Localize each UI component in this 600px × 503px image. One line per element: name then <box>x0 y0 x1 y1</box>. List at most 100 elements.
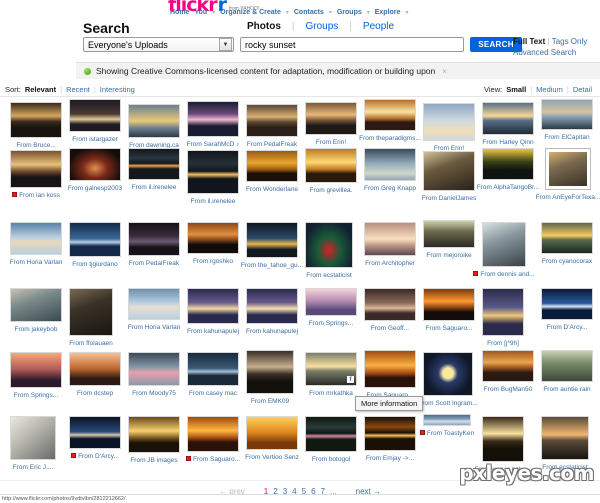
photo-thumbnail[interactable] <box>187 150 239 194</box>
photo-result-item[interactable]: From Scott Ingram... <box>418 352 478 407</box>
full-text-link[interactable]: Full Text <box>513 37 545 46</box>
photo-thumbnail[interactable] <box>128 352 180 386</box>
photo-owner-link[interactable]: From Eric J.... <box>13 464 53 471</box>
photo-owner-link[interactable]: From SarahMcD ♪ <box>187 141 240 148</box>
photo-owner-link[interactable]: From ffolauaen <box>69 340 113 347</box>
photo-thumbnail[interactable] <box>10 222 62 255</box>
photo-owner-link[interactable]: From Horia Varlan <box>10 259 63 266</box>
photo-thumbnail[interactable] <box>187 288 239 324</box>
photo-result-item[interactable]: From ToastyKen <box>419 414 474 437</box>
sort-option-recent[interactable]: Recent <box>66 85 90 94</box>
photo-thumbnail[interactable] <box>305 148 357 183</box>
photo-result-item[interactable]: From EMK09 <box>246 350 294 405</box>
photo-thumbnail[interactable] <box>482 350 534 382</box>
photo-thumbnail[interactable] <box>69 148 121 181</box>
photo-thumbnail[interactable] <box>541 99 593 130</box>
photo-result-item[interactable]: From Geoff... <box>364 288 416 332</box>
chevron-down-icon[interactable]: ▼ <box>219 38 232 51</box>
photo-thumbnail[interactable] <box>305 102 357 135</box>
photo-owner-link[interactable]: From the_tahoe_gu... <box>241 262 303 269</box>
photo-result-item[interactable]: From Saguaro... <box>423 288 475 332</box>
photo-result-item[interactable]: From PedalFreak <box>246 104 298 148</box>
photo-owner-link[interactable]: From EMK09 <box>251 398 289 405</box>
photo-result-item[interactable]: From Saguaro... <box>186 416 240 463</box>
photo-result-item[interactable]: From auntie rain <box>541 350 593 393</box>
photo-result-item[interactable]: From AnEyeForTexa... <box>536 148 600 201</box>
photo-thumbnail[interactable] <box>69 99 121 132</box>
tab-people[interactable]: People <box>352 21 405 32</box>
photo-result-item[interactable]: From dennis and... <box>473 222 535 278</box>
photo-owner-link[interactable]: From mejoroike <box>426 252 471 259</box>
photo-thumbnail[interactable] <box>187 222 239 254</box>
photo-owner-link[interactable]: From [j*9h] <box>487 340 519 347</box>
photo-result-item[interactable]: From D'Arcy... <box>541 288 593 331</box>
photo-result-item[interactable]: From cyanocorax <box>541 222 593 265</box>
close-icon[interactable]: × <box>442 67 447 76</box>
photo-thumbnail[interactable] <box>482 222 526 267</box>
photo-owner-link[interactable]: From kahunapulej <box>246 328 298 335</box>
photo-result-item[interactable]: From Architopher <box>364 222 416 267</box>
photo-thumbnail[interactable] <box>128 104 180 138</box>
photo-result-item[interactable]: From dawning.ca <box>128 104 180 149</box>
photo-thumbnail[interactable] <box>482 416 524 462</box>
nav-organize-create[interactable]: Organize & Create <box>220 9 281 16</box>
photo-owner-link[interactable]: From Geoff... <box>371 325 409 332</box>
photo-owner-link[interactable]: From auntie rain <box>543 386 590 393</box>
photo-thumbnail[interactable] <box>10 150 62 188</box>
photo-owner-link[interactable]: From JB images <box>130 457 177 464</box>
photo-owner-link[interactable]: From casey mac <box>189 390 237 397</box>
photo-result-item[interactable]: From the_tahoe_gu... <box>241 222 303 269</box>
photo-result-item[interactable]: From jakeybob <box>10 288 62 333</box>
nav-groups[interactable]: Groups <box>337 9 362 16</box>
photo-owner-link[interactable]: From rgoshko <box>193 258 233 265</box>
photo-thumbnail[interactable] <box>246 350 294 394</box>
photo-owner-link[interactable]: From theparadigms... <box>359 135 421 142</box>
photo-thumbnail[interactable] <box>128 416 180 453</box>
photo-result-item[interactable]: From il.irenelee <box>128 148 180 191</box>
photo-thumbnail[interactable] <box>187 416 239 452</box>
photo-thumbnail[interactable] <box>364 99 416 131</box>
photo-result-item[interactable]: From ian koss <box>10 150 62 199</box>
photo-owner-link[interactable]: From ecstaticist <box>306 272 352 279</box>
photo-thumbnail[interactable] <box>128 222 180 256</box>
photo-result-item[interactable]: From il.irenelee <box>187 150 239 205</box>
photo-thumbnail[interactable] <box>246 222 298 258</box>
photo-thumbnail[interactable] <box>364 350 416 388</box>
nav-you[interactable]: You <box>194 9 207 16</box>
photo-thumbnail[interactable] <box>10 352 62 388</box>
photo-thumbnail[interactable] <box>69 416 121 449</box>
photo-result-item[interactable]: From Springs... <box>10 352 62 399</box>
photo-result-item[interactable]: From Saguaro... <box>364 350 416 399</box>
photo-owner-link[interactable]: From DanielJames <box>422 195 477 202</box>
photo-thumbnail[interactable] <box>541 350 593 382</box>
photo-owner-link[interactable]: From mrkathka <box>309 390 353 397</box>
photo-result-item[interactable]: From D'Arcy... <box>69 416 121 460</box>
tab-groups[interactable]: Groups <box>295 21 350 32</box>
photo-thumbnail[interactable] <box>423 103 475 141</box>
photo-thumbnail[interactable] <box>423 220 475 248</box>
photo-result-item[interactable]: From dcstep <box>69 352 121 397</box>
photo-result-item[interactable]: From Erin! <box>423 103 475 152</box>
photo-result-item[interactable]: From AlphaTangoBr... <box>477 148 539 191</box>
photo-result-item[interactable]: From Bruce... <box>10 102 62 149</box>
photo-thumbnail[interactable] <box>482 102 534 135</box>
photo-thumbnail[interactable] <box>541 288 593 320</box>
photo-result-item[interactable]: From ElCapitan <box>541 99 593 141</box>
photo-thumbnail[interactable] <box>10 416 56 460</box>
photo-owner-link[interactable]: From PedalFreak <box>247 141 297 148</box>
photo-owner-link[interactable]: From botogol <box>312 456 350 463</box>
photo-owner-link[interactable]: From cyanocorax <box>542 258 592 265</box>
photo-thumbnail[interactable] <box>305 416 357 452</box>
tab-photos[interactable]: Photos <box>236 21 292 32</box>
photo-thumbnail[interactable] <box>423 414 471 426</box>
photo-owner-link[interactable]: From D'Arcy... <box>547 324 588 331</box>
search-input[interactable]: rocky sunset <box>240 37 464 52</box>
view-option-detail[interactable]: Detail <box>573 85 592 94</box>
photo-owner-link[interactable]: From Saguaro... <box>193 456 240 463</box>
photo-result-item[interactable]: From Moody75 <box>128 352 180 397</box>
photo-thumbnail[interactable] <box>187 101 239 137</box>
photo-result-item[interactable]: From Horia Varlan <box>10 222 62 266</box>
photo-result-item[interactable]: From istargazer <box>69 99 121 143</box>
photo-result-item[interactable]: f From mrkathka <box>305 352 357 397</box>
sort-option-interesting[interactable]: Interesting <box>100 85 135 94</box>
